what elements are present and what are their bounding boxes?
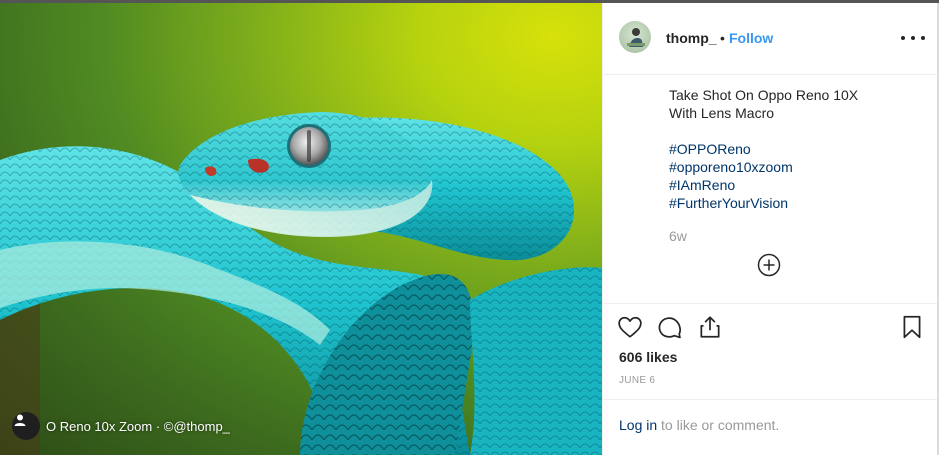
more-options-icon[interactable] (901, 28, 925, 48)
post-date[interactable]: JUNE 6 (619, 375, 655, 386)
login-prompt-suffix: to like or comment. (657, 417, 780, 433)
caption-line: With Lens Macro (669, 105, 775, 121)
author-avatar[interactable] (619, 21, 651, 53)
post-header: thomp_ • Follow (603, 0, 937, 75)
bookmark-icon[interactable] (899, 314, 925, 345)
actions-divider (603, 303, 937, 304)
caption-time-ago[interactable]: 6w (669, 228, 687, 244)
login-prompt: Log in to like or comment. (619, 417, 779, 433)
top-edge (0, 0, 939, 3)
hashtag-link[interactable]: #OPPOReno (669, 140, 858, 158)
post-photo[interactable]: O Reno 10x Zoom · ©@thomp_ (0, 0, 602, 455)
photo-credit: O Reno 10x Zoom · ©@thomp_ (12, 412, 230, 440)
login-link[interactable]: Log in (619, 417, 657, 433)
photo-credit-text: O Reno 10x Zoom · ©@thomp_ (46, 418, 230, 434)
header-separator: • (720, 30, 725, 46)
user-icon[interactable] (12, 412, 40, 440)
hashtag-link[interactable]: #IAmReno (669, 176, 858, 194)
caption-line: Take Shot On Oppo Reno 10X (669, 87, 859, 103)
heart-icon[interactable] (617, 314, 643, 345)
footer-divider (603, 399, 937, 400)
likes-count[interactable]: 606 likes (619, 349, 677, 365)
comment-icon[interactable] (657, 314, 683, 345)
share-icon[interactable] (697, 314, 723, 345)
post-caption: Take Shot On Oppo Reno 10X With Lens Mac… (669, 86, 858, 212)
hashtag-link[interactable]: #FurtherYourVision (669, 194, 858, 212)
post-details-panel: thomp_ • Follow Take Shot On Oppo Reno 1… (602, 0, 939, 455)
snake-illustration (0, 112, 602, 455)
follow-button[interactable]: Follow (729, 30, 773, 46)
author-username[interactable]: thomp_ (666, 30, 717, 46)
plus-circle-icon[interactable] (757, 253, 781, 277)
hashtag-link[interactable]: #opporeno10xzoom (669, 158, 858, 176)
post-modal: O Reno 10x Zoom · ©@thomp_ thomp_ • Foll… (0, 0, 939, 455)
